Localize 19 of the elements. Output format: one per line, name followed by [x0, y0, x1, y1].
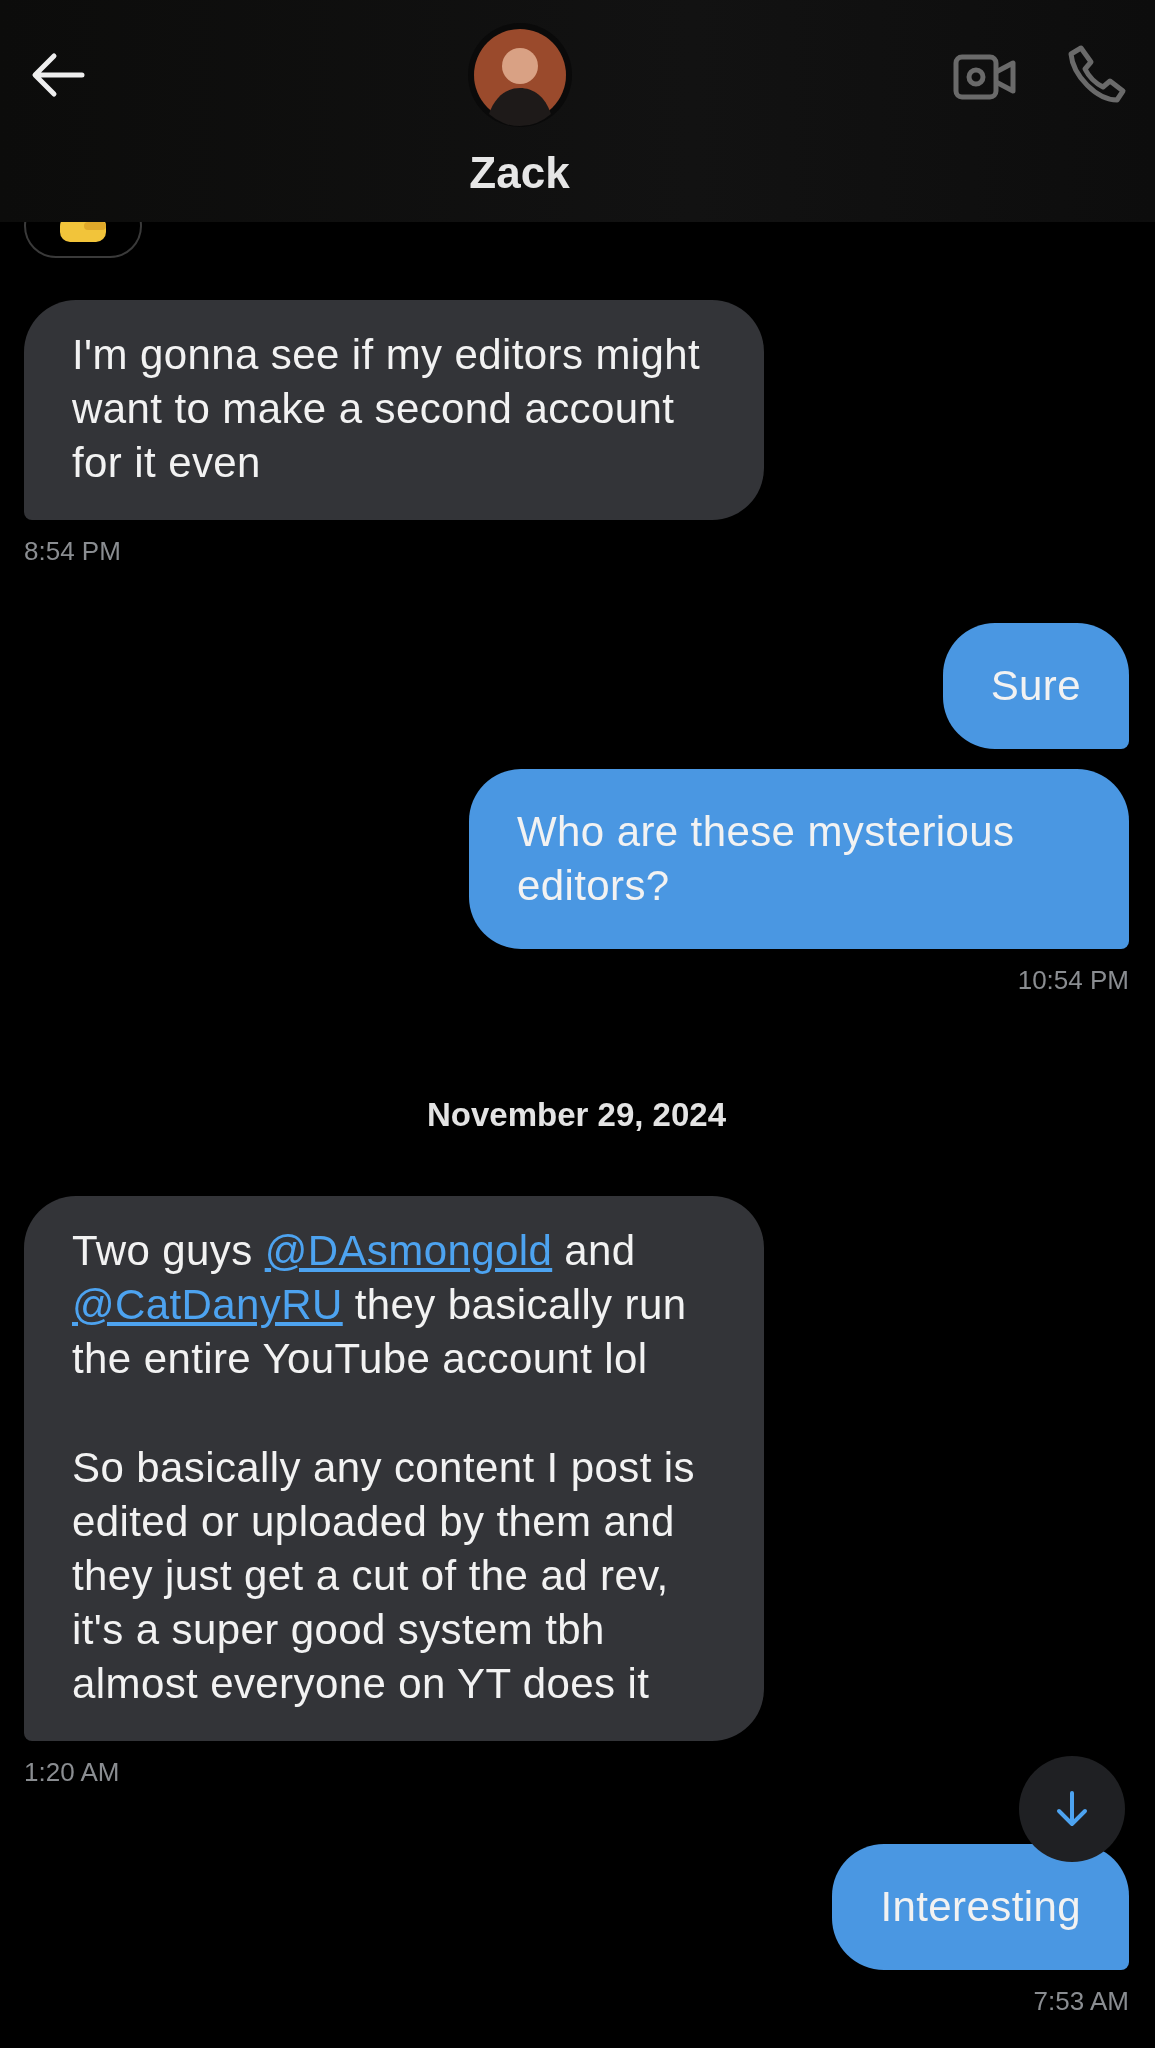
message-timestamp: 10:54 PM	[1017, 965, 1129, 996]
message-timestamp: 7:53 AM	[1033, 1986, 1129, 2017]
message-timestamp: 1:20 AM	[24, 1757, 120, 1788]
message-text: Interesting	[880, 1882, 1081, 1932]
mention-link[interactable]: @CatDanyRU	[72, 1281, 343, 1328]
video-camera-icon	[953, 52, 1017, 102]
contact-name: Zack	[469, 148, 570, 198]
down-arrow-icon	[1055, 1790, 1089, 1828]
message-text: Two guys @DAsmongold and @CatDanyRU they basically run the entire YouTube account lol	[72, 1226, 688, 1384]
date-separator: November 29, 2024	[426, 1096, 727, 1134]
message-timestamp: 8:54 PM	[24, 536, 121, 567]
message-text: Sure	[990, 661, 1081, 711]
back-arrow-icon	[30, 52, 86, 98]
message-text: So basically any content I post is edited or uploaded by them and they just get a cut of the ad rev, it's a super good system tbh almost everyone on YT does it	[72, 1443, 696, 1709]
avatar[interactable]	[466, 22, 573, 128]
back-button[interactable]	[30, 52, 86, 98]
message-text: I'm gonna see if my editors might want to make a second account for it even	[72, 330, 702, 488]
message-text: Who are these mysterious editors?	[517, 807, 1016, 911]
mention-link[interactable]: @DAsmongold	[264, 1227, 553, 1274]
